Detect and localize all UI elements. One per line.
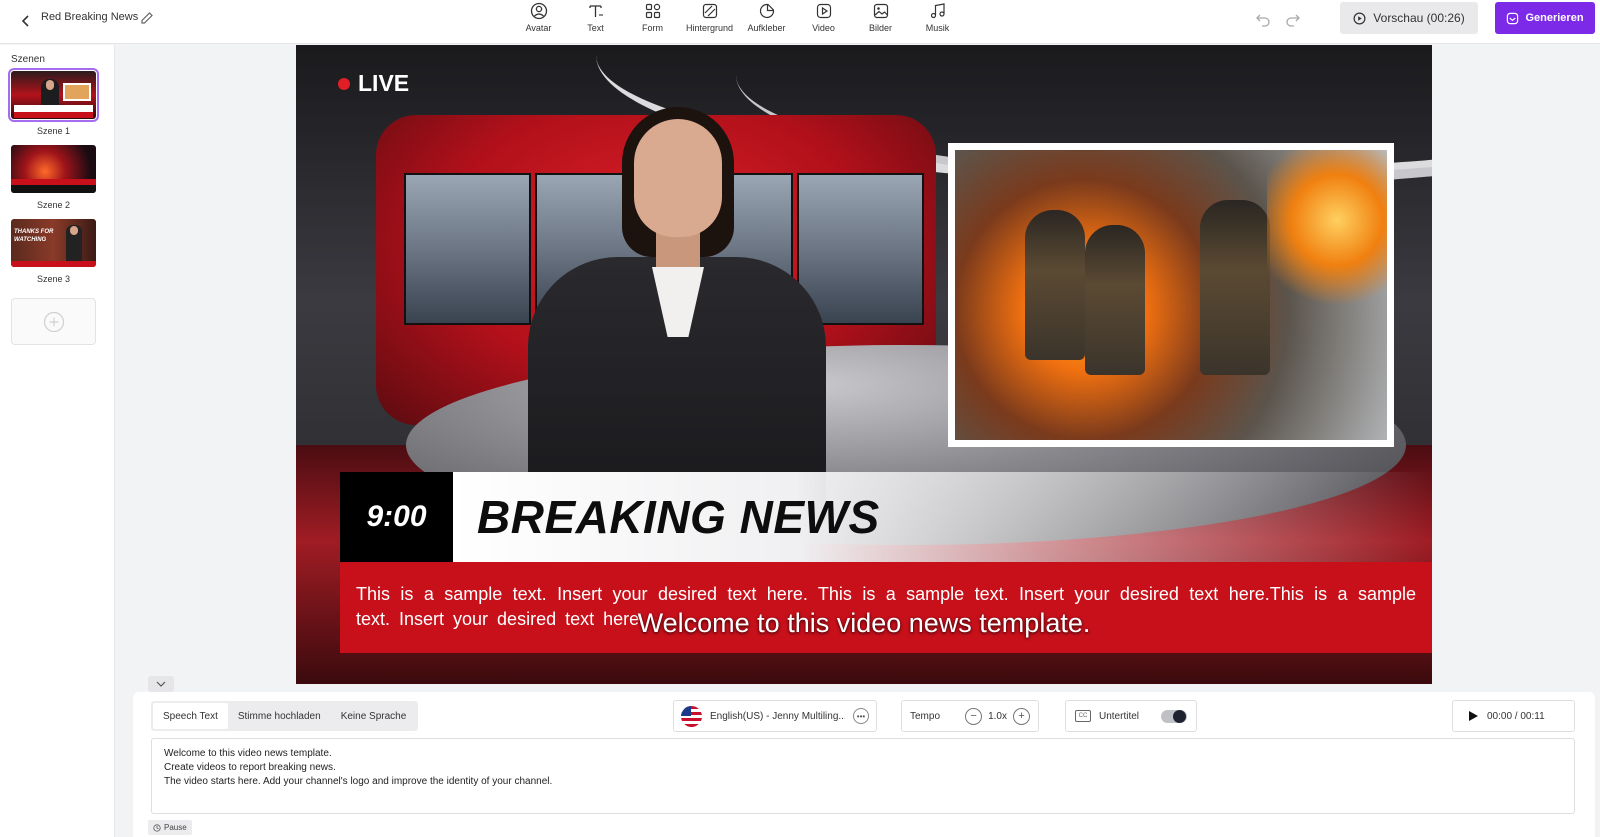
live-indicator: LIVE <box>338 70 409 97</box>
thumb-text: THANKS FOR WATCHING <box>14 229 54 243</box>
voice-selector[interactable]: English(US) - Jenny Multiling... ••• <box>673 700 877 732</box>
shapes-icon <box>645 3 660 19</box>
script-line: Create videos to report breaking news. <box>164 762 336 773</box>
music-icon <box>930 3 945 19</box>
tool-label: Hintergrund <box>685 23 734 33</box>
toolbar: Avatar Text Form Hintergrund Aufkleber V… <box>510 0 966 44</box>
tool-avatar[interactable]: Avatar <box>510 0 567 44</box>
voice-name: English(US) - Jenny Multiling... <box>710 710 845 722</box>
scenes-title: Szenen <box>11 54 45 65</box>
clock-icon <box>153 823 161 832</box>
subtitles-control: CC Untertitel <box>1065 700 1197 732</box>
collapse-panel-button[interactable] <box>148 676 174 692</box>
scene-item-3[interactable]: THANKS FOR WATCHING Szene 3 <box>11 219 96 284</box>
back-button[interactable] <box>14 9 38 33</box>
tool-video[interactable]: Video <box>795 0 852 44</box>
undo-icon[interactable] <box>1254 10 1272 28</box>
tool-sticker[interactable]: Aufkleber <box>738 0 795 44</box>
firefighters-image <box>955 150 1387 440</box>
tool-label: Musik <box>925 23 950 33</box>
generate-label: Generieren <box>1525 12 1584 24</box>
generate-button[interactable]: Generieren <box>1495 2 1595 34</box>
scene-label: Szene 3 <box>36 274 71 284</box>
tool-background[interactable]: Hintergrund <box>681 0 738 44</box>
redo-icon[interactable] <box>1284 10 1302 28</box>
scene-label: Szene 1 <box>36 126 71 136</box>
video-canvas[interactable]: LIVE 9:00 BREAKING NEWS This is a sample… <box>296 45 1432 684</box>
top-bar: Red Breaking News Avatar Text Form Hinte… <box>0 0 1600 44</box>
tempo-label: Tempo <box>910 710 941 722</box>
tool-form[interactable]: Form <box>624 0 681 44</box>
subtitles-label: Untertitel <box>1099 710 1140 722</box>
tool-label: Form <box>642 23 663 33</box>
speech-tabs: Speech Text Stimme hochladen Keine Sprac… <box>151 701 419 731</box>
subtitles-toggle[interactable] <box>1161 709 1187 723</box>
play-button[interactable]: 00:00 / 00:11 <box>1452 700 1575 732</box>
avatar-icon <box>530 2 547 20</box>
scene-thumbnail <box>11 145 96 193</box>
playback-time: 00:00 / 00:11 <box>1487 710 1545 722</box>
tab-no-speech[interactable]: Keine Sprache <box>331 703 417 729</box>
tool-label: Video <box>812 23 835 33</box>
lower-third[interactable]: 9:00 BREAKING NEWS <box>340 472 1432 562</box>
plus-circle-icon <box>43 311 64 332</box>
avatar-presenter[interactable] <box>518 107 836 527</box>
tool-label: Bilder <box>868 23 892 33</box>
scene-item-2[interactable]: Szene 2 <box>11 145 96 210</box>
tab-speech-text[interactable]: Speech Text <box>153 703 228 729</box>
text-icon <box>588 5 603 17</box>
live-label: LIVE <box>358 70 410 96</box>
script-line: Welcome to this video news template. <box>164 748 332 759</box>
scene-thumbnail: THANKS FOR WATCHING <box>11 219 96 267</box>
pause-label: Pause <box>164 823 187 832</box>
tool-label: Aufkleber <box>747 23 786 33</box>
us-flag-icon <box>681 705 702 727</box>
export-icon <box>1507 12 1519 24</box>
subtitle-caption: Welcome to this video news template. <box>637 608 1091 638</box>
tool-music[interactable]: Musik <box>909 0 966 44</box>
preview-label: Vorschau (00:26) <box>1373 11 1465 25</box>
headline-text: BREAKING NEWS <box>477 491 880 543</box>
pencil-icon[interactable] <box>139 10 155 26</box>
speech-panel: Speech Text Stimme hochladen Keine Sprac… <box>133 692 1595 837</box>
chevron-left-icon <box>21 15 29 27</box>
tool-images[interactable]: Bilder <box>852 0 909 44</box>
chevron-down-icon <box>156 681 166 687</box>
pause-button[interactable]: Pause <box>148 820 192 835</box>
scenes-sidebar: Szenen Szene 1 Szene 2 THANKS FOR WATCHI… <box>0 45 115 837</box>
tool-label: Text <box>587 23 604 33</box>
live-dot-icon <box>338 77 350 90</box>
video-icon <box>816 3 831 19</box>
news-image-frame[interactable] <box>948 143 1394 447</box>
project-title: Red Breaking News <box>41 11 139 23</box>
scene-label: Szene 2 <box>36 200 71 210</box>
tool-label: Avatar <box>525 23 552 33</box>
speech-text-input[interactable]: Welcome to this video news template. Cre… <box>151 738 1575 814</box>
time-label: 9:00 <box>340 472 453 562</box>
play-circle-icon <box>1353 12 1366 24</box>
minus-icon[interactable]: − <box>965 707 983 725</box>
add-scene-button[interactable] <box>11 298 96 345</box>
scene-thumbnail <box>8 68 99 122</box>
preview-button[interactable]: Vorschau (00:26) <box>1340 2 1478 34</box>
tempo-control: Tempo − 1.0x + <box>901 700 1039 732</box>
more-icon[interactable]: ••• <box>853 708 869 724</box>
closed-caption-icon: CC <box>1075 710 1091 722</box>
sticker-icon <box>759 3 774 19</box>
tab-upload-voice[interactable]: Stimme hochladen <box>228 703 331 729</box>
tempo-value: 1.0x <box>988 710 1007 722</box>
play-icon <box>1469 711 1478 721</box>
background-icon <box>702 3 717 19</box>
image-icon <box>873 3 888 19</box>
scene-item-1[interactable]: Szene 1 <box>8 68 99 136</box>
script-line: The video starts here. Add your channel'… <box>164 776 553 787</box>
tool-text[interactable]: Text <box>567 0 624 44</box>
plus-icon[interactable]: + <box>1013 707 1030 725</box>
